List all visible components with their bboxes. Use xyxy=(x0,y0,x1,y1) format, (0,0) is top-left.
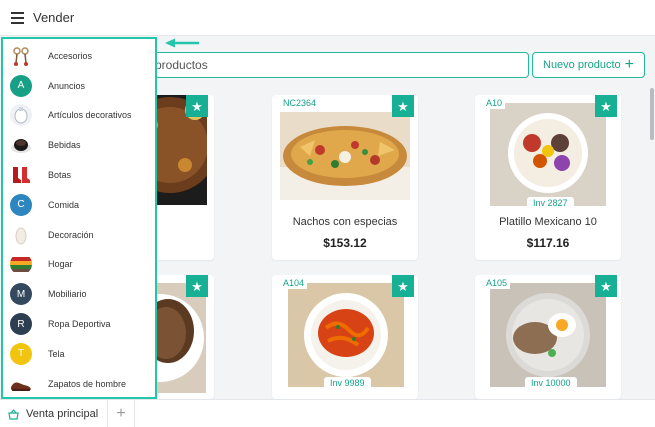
bottom-tab-bar: Venta principal + xyxy=(0,399,655,427)
category-label: Ropa Deportiva xyxy=(48,319,111,330)
basket-icon xyxy=(8,408,19,420)
favorite-star-icon[interactable]: ★ xyxy=(595,95,617,117)
product-price: $153.12 xyxy=(323,236,367,250)
category-item-comida[interactable]: C Comida xyxy=(3,190,155,220)
product-price: 0 xyxy=(147,237,214,251)
tab-venta-principal[interactable]: Venta principal xyxy=(0,400,108,427)
boots-icon xyxy=(10,164,32,186)
product-sku: NC2364 xyxy=(280,97,320,109)
mens-shoes-icon xyxy=(10,372,32,395)
category-item-bebidas[interactable]: Bebidas xyxy=(3,130,155,160)
category-label: Zapatos de hombre xyxy=(48,378,127,389)
coffee-cup-icon xyxy=(10,134,32,157)
page-title: Vender xyxy=(33,10,75,25)
product-card[interactable]: A105 ★ Inv 10000 xyxy=(475,275,621,399)
top-bar: Vender xyxy=(0,0,655,36)
category-item-anuncios[interactable]: A Anuncios xyxy=(3,71,155,101)
category-item-ropa-deportiva[interactable]: R Ropa Deportiva xyxy=(3,309,155,339)
letter-a-icon: A xyxy=(10,74,32,97)
category-label: Botas xyxy=(48,170,72,181)
scrollbar[interactable] xyxy=(650,88,654,140)
category-item-decoracion[interactable]: Decoración xyxy=(3,220,155,250)
favorite-star-icon[interactable]: ★ xyxy=(392,95,414,117)
category-item-botas[interactable]: Botas xyxy=(3,160,155,190)
category-item-articulos-decorativos[interactable]: Artículos decorativos xyxy=(3,101,155,131)
product-card[interactable]: A10 ★ Inv 2827 Platillo Mexicano 10 $117… xyxy=(475,95,621,260)
letter-r-icon: R xyxy=(10,313,32,336)
product-sku: A10 xyxy=(483,97,506,109)
favorite-star-icon[interactable]: ★ xyxy=(186,275,208,297)
product-name: Platillo Mexicano 10 xyxy=(499,216,597,228)
new-product-label: Nuevo producto xyxy=(543,59,621,71)
product-card[interactable]: A104 ★ Inv 9989 xyxy=(272,275,418,399)
category-label: Anuncios xyxy=(48,80,86,91)
product-image xyxy=(280,112,410,200)
accessories-icon xyxy=(10,45,32,67)
category-dropdown: Accesorios A Anuncios Artículos decorati… xyxy=(1,37,157,399)
add-tab-button[interactable]: + xyxy=(108,400,135,427)
product-sku: A104 xyxy=(280,277,308,289)
category-label: Decoración xyxy=(48,229,94,240)
favorite-star-icon[interactable]: ★ xyxy=(392,275,414,297)
category-label: Mobiliario xyxy=(48,289,87,300)
category-label: Comida xyxy=(48,199,80,210)
product-price: $117.16 xyxy=(526,236,570,250)
search-input[interactable] xyxy=(131,53,528,77)
favorite-star-icon[interactable]: ★ xyxy=(595,275,617,297)
category-item-zapatos-de-hombre[interactable]: Zapatos de hombre xyxy=(3,369,155,399)
category-item-tela[interactable]: T Tela xyxy=(3,339,155,369)
inventory-badge: Inv 9989 xyxy=(324,377,371,389)
decor-items-icon xyxy=(10,104,32,127)
decoration-icon xyxy=(10,223,32,246)
category-label: Artículos decorativos xyxy=(48,110,132,121)
new-product-button[interactable]: Nuevo producto + xyxy=(532,52,645,78)
home-goods-icon xyxy=(10,253,32,276)
favorite-star-icon[interactable]: ★ xyxy=(186,95,208,117)
search-field[interactable] xyxy=(130,52,529,78)
arrow-left-icon xyxy=(165,38,199,48)
tab-label: Venta principal xyxy=(26,408,99,420)
product-image xyxy=(490,103,606,206)
category-label: Tela xyxy=(48,348,65,359)
product-card[interactable]: NC2364 ★ Nachos con especias $153.12 xyxy=(272,95,418,260)
category-item-mobiliario[interactable]: M Mobiliario xyxy=(3,279,155,309)
product-name: Nachos con especias xyxy=(292,216,398,228)
product-sku: A105 xyxy=(483,277,511,289)
category-label: Bebidas xyxy=(48,140,81,151)
plus-icon: + xyxy=(624,56,634,73)
letter-c-icon: C xyxy=(10,193,32,216)
category-label: Accesorios xyxy=(48,50,93,61)
letter-m-icon: M xyxy=(10,283,32,306)
category-item-accesorios[interactable]: Accesorios xyxy=(3,41,155,71)
product-image xyxy=(288,283,404,387)
menu-icon[interactable] xyxy=(11,12,24,24)
inventory-badge: Inv 2827 xyxy=(527,197,574,209)
category-item-hogar[interactable]: Hogar xyxy=(3,250,155,280)
letter-t-icon: T xyxy=(10,342,32,365)
category-label: Hogar xyxy=(48,259,73,270)
plus-icon: + xyxy=(116,405,126,422)
product-image xyxy=(490,283,606,387)
inventory-badge: Inv 10000 xyxy=(525,377,577,389)
